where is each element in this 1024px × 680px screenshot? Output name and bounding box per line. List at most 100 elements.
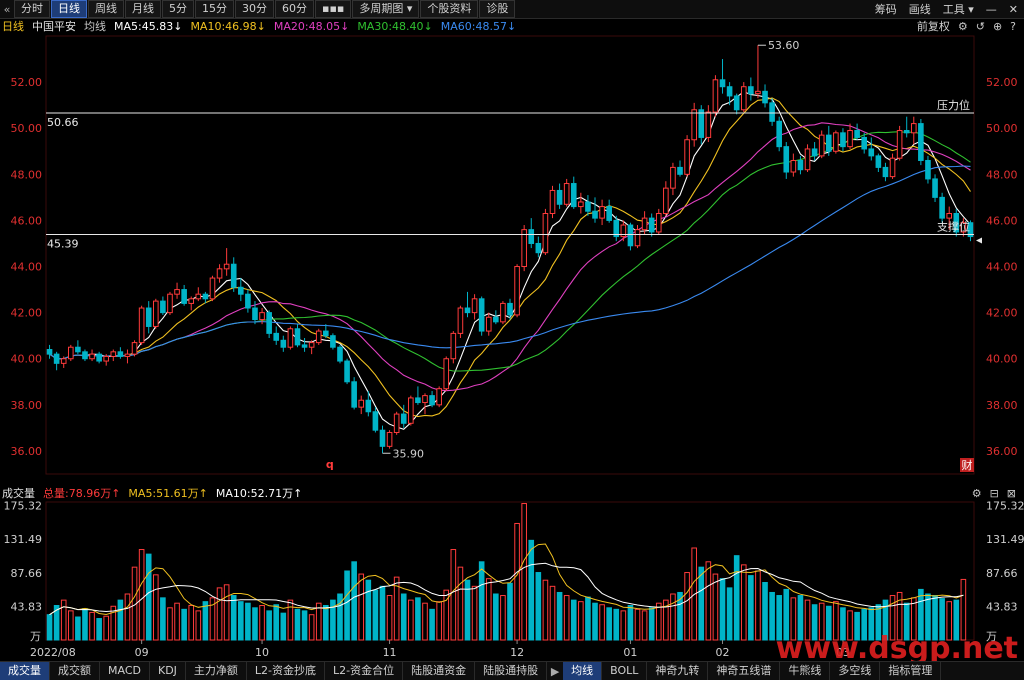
candle[interactable]: [443, 356, 450, 392]
candle[interactable]: [670, 162, 676, 196]
volume-bar[interactable]: [684, 572, 690, 641]
candle[interactable]: [308, 340, 315, 355]
add-icon[interactable]: ⊕: [993, 20, 1002, 33]
volume-bar[interactable]: [514, 522, 520, 641]
volume-bar[interactable]: [294, 608, 301, 641]
volume-bar[interactable]: [273, 604, 280, 641]
volume-bar[interactable]: [223, 584, 230, 641]
volume-bar[interactable]: [96, 618, 102, 641]
candle[interactable]: [868, 137, 875, 161]
volume-bar[interactable]: [500, 595, 506, 641]
volume-bar[interactable]: [507, 582, 513, 641]
candle[interactable]: [698, 105, 705, 145]
candle[interactable]: [528, 218, 535, 249]
candle[interactable]: [599, 199, 605, 226]
candle[interactable]: [804, 144, 811, 173]
volume-bar[interactable]: [103, 615, 110, 641]
volume-bar[interactable]: [344, 570, 350, 641]
help-icon[interactable]: ?: [1010, 20, 1016, 33]
volume-bar[interactable]: [762, 582, 768, 641]
volume-bar[interactable]: [89, 611, 95, 641]
volume-bar[interactable]: [365, 579, 372, 641]
candle[interactable]: [53, 351, 60, 371]
candle[interactable]: [755, 45, 761, 99]
candle[interactable]: [230, 257, 237, 292]
tab-period-6[interactable]: 30分: [235, 0, 274, 18]
volume-bar[interactable]: [252, 607, 258, 641]
volume-bar[interactable]: [259, 605, 265, 641]
volume-bar[interactable]: [592, 602, 598, 641]
candlestick-chart[interactable]: 52.00 52.00 50.00 50.00 48.00 48.00 46.00 46.00…: [0, 34, 1024, 484]
candle[interactable]: [138, 305, 145, 345]
candle[interactable]: [790, 153, 797, 177]
volume-bar[interactable]: [698, 566, 705, 641]
candle[interactable]: [280, 335, 287, 352]
candle[interactable]: [209, 275, 216, 302]
candle[interactable]: [358, 395, 365, 415]
candle[interactable]: [655, 208, 662, 235]
tab-period-11[interactable]: 诊股: [479, 0, 516, 18]
candle[interactable]: [245, 289, 251, 313]
candle[interactable]: [372, 407, 379, 433]
tab-period-4[interactable]: 5分: [162, 0, 194, 18]
overlay-tab-4[interactable]: 牛熊线: [780, 662, 831, 680]
candle[interactable]: [266, 310, 272, 338]
candle[interactable]: [578, 192, 584, 214]
volume-bar[interactable]: [174, 602, 180, 641]
volume-bar[interactable]: [238, 601, 244, 641]
tab-period-9[interactable]: 多周期图 ▾: [352, 0, 420, 18]
candle[interactable]: [330, 333, 336, 350]
indicator-tab-8[interactable]: 陆股通持股: [475, 662, 548, 680]
volume-bar[interactable]: [358, 573, 365, 641]
candle[interactable]: [818, 130, 825, 159]
candle[interactable]: [918, 118, 924, 166]
candle[interactable]: [592, 197, 598, 223]
candle[interactable]: [932, 174, 938, 202]
candle[interactable]: [160, 296, 166, 315]
volume-bar[interactable]: [457, 566, 464, 641]
volume-bar[interactable]: [266, 610, 272, 641]
volume-bar[interactable]: [705, 561, 712, 641]
candle[interactable]: [776, 116, 782, 152]
candle[interactable]: [705, 105, 712, 143]
volume-bar[interactable]: [372, 589, 379, 641]
candle[interactable]: [648, 213, 655, 237]
volume-bar[interactable]: [493, 593, 499, 641]
scroll-right-icon[interactable]: ▶: [547, 665, 563, 678]
candle[interactable]: [124, 349, 131, 364]
candle[interactable]: [145, 301, 152, 334]
volume-bar[interactable]: [167, 607, 173, 641]
q-marker[interactable]: q: [326, 458, 334, 471]
tab-period-10[interactable]: 个股资料: [420, 0, 479, 18]
indicator-tab-7[interactable]: 陆股通资金: [403, 662, 476, 680]
volume-bar[interactable]: [202, 601, 209, 641]
candle[interactable]: [825, 125, 832, 156]
candle[interactable]: [287, 326, 294, 350]
candle[interactable]: [188, 296, 195, 311]
volume-bar[interactable]: [117, 599, 124, 641]
candle[interactable]: [840, 128, 846, 152]
volume-bar[interactable]: [634, 608, 641, 641]
indicator-name[interactable]: 均线: [84, 18, 106, 34]
candle[interactable]: [294, 324, 301, 348]
candle[interactable]: [740, 82, 747, 113]
candle[interactable]: [854, 123, 860, 140]
volume-bar[interactable]: [726, 587, 733, 641]
volume-bar[interactable]: [450, 549, 457, 641]
candle[interactable]: [769, 98, 775, 126]
toolbar-item-2[interactable]: 工具 ▾: [937, 1, 980, 17]
volume-bar[interactable]: [138, 549, 145, 641]
volume-bar[interactable]: [181, 608, 187, 641]
candle[interactable]: [82, 349, 88, 362]
candle[interactable]: [748, 77, 754, 101]
tab-period-1[interactable]: 日线: [51, 0, 87, 18]
candle[interactable]: [436, 386, 442, 408]
candle[interactable]: [478, 296, 485, 336]
candle[interactable]: [195, 287, 202, 302]
volume-chart[interactable]: 175.32 175.32 131.49 131.49 87.66 87.66 43.83 4…: [0, 484, 1024, 661]
volume-bar[interactable]: [755, 570, 761, 641]
overlay-tab-0[interactable]: 均线: [563, 662, 603, 680]
volume-bar[interactable]: [719, 578, 726, 641]
adjust-mode[interactable]: 前复权: [917, 18, 950, 34]
volume-bar[interactable]: [188, 605, 195, 641]
